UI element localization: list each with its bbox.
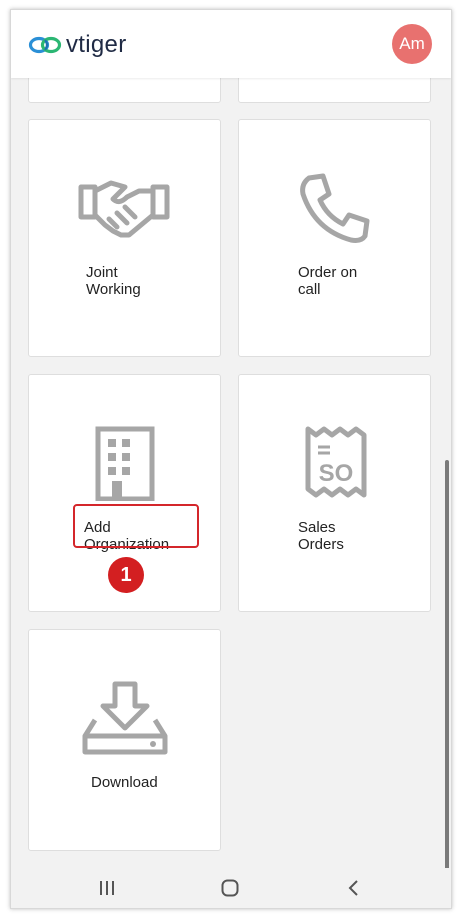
receipt-so-icon: SO [305, 426, 367, 498]
back-icon[interactable] [344, 878, 364, 898]
vtiger-logo[interactable]: vtiger [28, 30, 127, 60]
module-card-joint-working[interactable]: Joint Working [28, 119, 221, 357]
scrollbar[interactable] [445, 460, 449, 868]
download-icon [82, 681, 168, 755]
highlight-box [73, 504, 199, 548]
module-card-sales-orders[interactable]: SO Sales Orders [238, 374, 431, 612]
android-navbar [11, 868, 451, 908]
module-label: Joint Working [86, 264, 141, 298]
module-label: Order on call [298, 264, 358, 298]
user-avatar[interactable]: Am [392, 24, 432, 64]
module-label: Download [91, 774, 158, 791]
home-icon[interactable] [220, 878, 240, 898]
module-card-download[interactable]: Download [28, 629, 221, 851]
building-icon [95, 426, 155, 501]
module-label: Sales Orders [298, 519, 344, 553]
module-card-partial-left[interactable] [28, 78, 221, 103]
app-header: vtiger Am [11, 10, 451, 78]
handshake-icon [78, 180, 170, 238]
recent-apps-icon[interactable] [97, 878, 117, 898]
logo-text: vtiger [66, 31, 127, 58]
receipt-so-text: SO [319, 460, 354, 487]
module-card-order-on-call[interactable]: Order on call [238, 119, 431, 357]
module-grid: Joint Working Order on call Add Organiza… [11, 78, 451, 868]
module-card-partial-right[interactable] [238, 78, 431, 103]
phone-icon [300, 173, 370, 243]
vtiger-logo-icon [28, 36, 62, 54]
phone-screen: vtiger Am Joint Working Order on call Ad… [10, 9, 452, 909]
step-badge: 1 [108, 557, 144, 593]
